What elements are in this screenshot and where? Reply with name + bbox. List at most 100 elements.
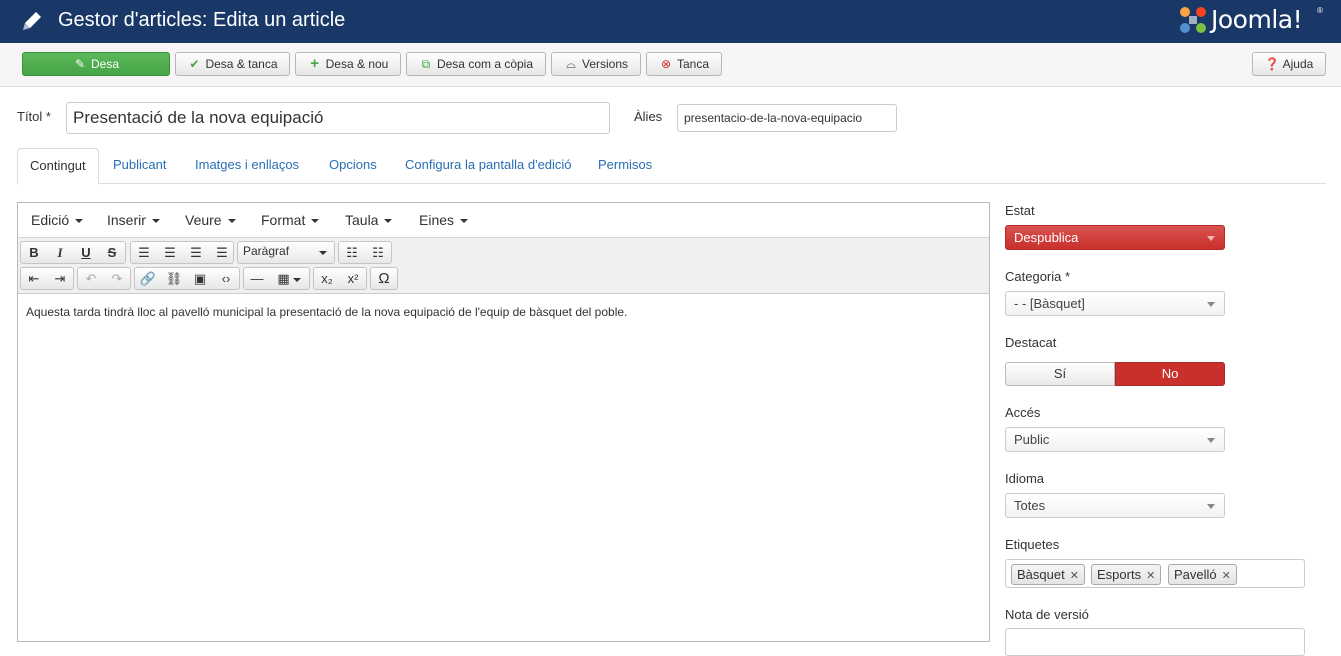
menu-edit[interactable]: Edició bbox=[31, 212, 84, 228]
omega-icon[interactable]: Ω bbox=[371, 268, 397, 289]
align-justify-icon[interactable]: ☰ bbox=[209, 242, 235, 263]
check-icon: ✔ bbox=[189, 57, 200, 71]
versions-button[interactable]: ⌓ Versions bbox=[551, 52, 641, 76]
joomla-logo-text: Joomla! bbox=[1211, 5, 1303, 34]
undo-icon[interactable]: ↶ bbox=[78, 268, 104, 289]
outdent-icon[interactable]: ⇤ bbox=[21, 268, 47, 289]
list-group: ☷ ☷ bbox=[338, 241, 392, 264]
featured-yes-button[interactable]: Sí bbox=[1005, 362, 1115, 386]
menu-view[interactable]: Veure bbox=[185, 212, 236, 228]
tags-label: Etiquetes bbox=[1005, 537, 1060, 552]
menu-insert[interactable]: Inserir bbox=[107, 212, 160, 228]
align-right-icon[interactable]: ☰ bbox=[183, 242, 209, 263]
code-icon[interactable]: ‹› bbox=[213, 268, 239, 289]
close-button[interactable]: ⊗ Tanca bbox=[646, 52, 722, 76]
alias-input-value: presentacio-de-la-nova-equipacio bbox=[684, 111, 863, 125]
numbered-list-icon[interactable]: ☷ bbox=[365, 242, 391, 263]
superscript-icon[interactable]: x² bbox=[340, 268, 366, 289]
help-button[interactable]: ❓ Ajuda bbox=[1252, 52, 1326, 76]
version-note-input[interactable] bbox=[1005, 628, 1305, 656]
joomla-logo[interactable]: Joomla! ® bbox=[1177, 2, 1327, 38]
category-select[interactable]: - - [Bàsquet] bbox=[1005, 291, 1225, 316]
chevron-down-icon bbox=[1207, 438, 1215, 443]
tab-options[interactable]: Opcions bbox=[317, 148, 389, 184]
indent-group: ⇤ ⇥ bbox=[20, 267, 74, 290]
close-icon[interactable]: ✕ bbox=[1146, 570, 1155, 582]
script-group: x₂ x² bbox=[313, 267, 367, 290]
status-select-value: Despublica bbox=[1014, 230, 1079, 245]
close-icon[interactable]: ✕ bbox=[1070, 570, 1079, 582]
alias-label: Àlies bbox=[634, 109, 663, 124]
italic-icon[interactable]: I bbox=[47, 242, 73, 263]
indent-icon[interactable]: ⇥ bbox=[47, 268, 73, 289]
table-group: — ▦ bbox=[243, 267, 310, 290]
save-button[interactable]: ✎ Desa bbox=[22, 52, 170, 76]
tab-images-links[interactable]: Imatges i enllaços bbox=[183, 148, 311, 184]
archive-icon: ⌓ bbox=[566, 57, 576, 71]
editor-body[interactable]: Aquesta tarda tindrà lloc al pavelló mun… bbox=[26, 305, 627, 319]
status-select[interactable]: Despublica bbox=[1005, 225, 1225, 250]
link-icon[interactable]: 🔗 bbox=[135, 268, 161, 289]
format-select[interactable]: Paràgraf bbox=[237, 241, 335, 264]
bold-icon[interactable]: B bbox=[21, 242, 47, 263]
access-select[interactable]: Public bbox=[1005, 427, 1225, 452]
tab-editor-config[interactable]: Configura la pantalla d'edició bbox=[393, 148, 584, 184]
access-select-value: Public bbox=[1014, 432, 1050, 447]
insert-group: 🔗 ⛓ ▣ ‹› bbox=[134, 267, 240, 290]
unlink-icon[interactable]: ⛓ bbox=[161, 268, 187, 289]
special-char-group: Ω bbox=[370, 267, 398, 290]
save-close-button[interactable]: ✔ Desa & tanca bbox=[175, 52, 290, 76]
cancel-icon: ⊗ bbox=[660, 57, 672, 71]
bullet-list-icon[interactable]: ☷ bbox=[339, 242, 365, 263]
menu-table[interactable]: Taula bbox=[345, 212, 393, 228]
subscript-icon[interactable]: x₂ bbox=[314, 268, 340, 289]
table-icon[interactable]: ▦ bbox=[270, 268, 308, 289]
strikethrough-icon[interactable]: S bbox=[99, 242, 125, 263]
app-header: Gestor d'articles: Edita un article Joom… bbox=[0, 0, 1341, 43]
redo-icon[interactable]: ↷ bbox=[104, 268, 130, 289]
underline-icon[interactable]: U bbox=[73, 242, 99, 263]
menu-tools[interactable]: Eines bbox=[419, 212, 469, 228]
align-center-icon[interactable]: ☰ bbox=[157, 242, 183, 263]
title-input[interactable]: Presentació de la nova equipació bbox=[66, 102, 610, 134]
tab-publishing[interactable]: Publicant bbox=[101, 148, 178, 184]
tab-content[interactable]: Contingut bbox=[17, 148, 99, 185]
align-left-icon[interactable]: ☰ bbox=[131, 242, 157, 263]
caret-down-icon bbox=[292, 277, 301, 282]
joomla-logo-icon bbox=[1180, 7, 1206, 33]
title-input-value: Presentació de la nova equipació bbox=[73, 108, 324, 127]
alias-input[interactable]: presentacio-de-la-nova-equipacio bbox=[677, 104, 897, 132]
featured-no-button[interactable]: No bbox=[1115, 362, 1225, 386]
tags-input[interactable]: Bàsquet ✕ Esports ✕ Pavelló ✕ bbox=[1005, 559, 1305, 588]
tag-chip: Esports ✕ bbox=[1091, 564, 1162, 585]
editor-toolbar: B I U S ☰ ☰ ☰ ☰ Paràgraf ☷ ☷ ⇤ ⇥ ↶ ↷ � bbox=[18, 238, 989, 294]
page-title: Gestor d'articles: Edita un article bbox=[58, 9, 346, 31]
status-label: Estat bbox=[1005, 203, 1035, 218]
caret-down-icon bbox=[384, 219, 393, 224]
tag-chip: Bàsquet ✕ bbox=[1011, 564, 1085, 585]
alignment-group: ☰ ☰ ☰ ☰ bbox=[130, 241, 234, 264]
featured-toggle: Sí No bbox=[1005, 362, 1225, 386]
image-icon[interactable]: ▣ bbox=[187, 268, 213, 289]
toolbar: ✎ Desa ✔ Desa & tanca + Desa & nou ⧉ Desa co… bbox=[0, 43, 1341, 87]
category-select-value: - - [Bàsquet] bbox=[1014, 296, 1085, 311]
language-select[interactable]: Totes bbox=[1005, 493, 1225, 518]
text-style-group: B I U S bbox=[20, 241, 126, 264]
caret-down-icon bbox=[460, 219, 469, 224]
chevron-down-icon bbox=[1207, 236, 1215, 241]
version-note-label: Nota de versió bbox=[1005, 607, 1089, 622]
pencil-icon bbox=[23, 12, 41, 30]
tab-permissions[interactable]: Permisos bbox=[586, 148, 664, 184]
history-group: ↶ ↷ bbox=[77, 267, 131, 290]
menu-format[interactable]: Format bbox=[261, 212, 320, 228]
tab-bar: Contingut Publicant Imatges i enllaços O… bbox=[17, 148, 1326, 185]
editor-menubar: Edició Inserir Veure Format Taula Eines bbox=[18, 203, 989, 238]
save-copy-button[interactable]: ⧉ Desa com a còpia bbox=[406, 52, 546, 76]
trademark-mark: ® bbox=[1317, 6, 1323, 15]
save-new-button[interactable]: + Desa & nou bbox=[295, 52, 401, 76]
close-icon[interactable]: ✕ bbox=[1222, 570, 1231, 582]
horizontal-rule-icon[interactable]: — bbox=[244, 268, 270, 289]
format-select-value: Paràgraf bbox=[243, 244, 290, 258]
caret-down-icon bbox=[227, 219, 236, 224]
question-icon: ❓ bbox=[1264, 57, 1280, 71]
